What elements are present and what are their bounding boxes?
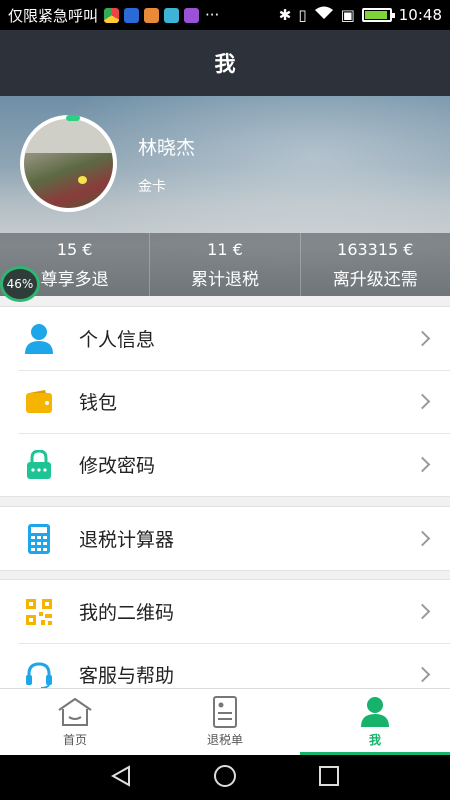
more-notifications-icon: ··· [205, 6, 220, 24]
sim-icon: ▣ [340, 6, 355, 24]
stat-value: 163315 € [337, 239, 414, 259]
profile-header: 林晓杰 金卡 15 € 尊享多退 11 € 累计退税 163315 € 离升级还… [0, 96, 450, 296]
menu-group-tools: 退税计算器 [0, 506, 450, 571]
chevron-right-icon [414, 393, 431, 410]
tab-label: 首页 [62, 733, 87, 747]
clock: 10:48 [398, 6, 442, 24]
box-icon [144, 7, 160, 23]
menu-group-account: 个人信息 钱包 修改密码 [0, 306, 450, 497]
stat-value: 11 € [207, 239, 243, 259]
car-icon [164, 7, 180, 23]
chrome-icon [104, 7, 120, 23]
menu-label: 退税计算器 [79, 529, 175, 551]
menu-item-personal-info[interactable]: 个人信息 [0, 307, 450, 370]
bluetooth-icon: ✱ [278, 6, 292, 24]
document-icon [212, 696, 238, 728]
status-bar: 仅限紧急呼叫 ··· ✱ ▯ ▣ 10:48 [0, 0, 450, 30]
stat-label: 尊享多退 [40, 269, 109, 290]
membership-level: 金卡 [138, 179, 166, 195]
wallet-icon [20, 383, 58, 421]
gallery-icon [184, 7, 200, 23]
chevron-right-icon [414, 666, 431, 683]
home-circle-icon[interactable] [213, 764, 237, 792]
system-nav-bar [0, 755, 450, 800]
stat-label: 累计退税 [190, 269, 259, 290]
carrier-text: 仅限紧急呼叫 [8, 6, 99, 25]
chevron-right-icon [414, 330, 431, 347]
avatar-progress-arc [66, 115, 80, 121]
chevron-right-icon [414, 530, 431, 547]
bottom-tab-bar: 首页 退税单 我 [0, 688, 450, 755]
tab-refund-forms[interactable]: 退税单 [150, 689, 300, 755]
wifi-icon [314, 6, 334, 24]
menu-label: 个人信息 [79, 329, 156, 351]
lock-icon [20, 446, 58, 484]
chevron-right-icon [414, 456, 431, 473]
tab-label: 我 [368, 733, 381, 747]
stat-label: 离升级还需 [332, 269, 418, 290]
page-title: 我 [214, 52, 236, 76]
app-icon [124, 7, 140, 23]
home-icon [57, 696, 93, 728]
recents-icon[interactable] [318, 765, 340, 791]
tab-me[interactable]: 我 [300, 689, 450, 755]
user-name: 林晓杰 [138, 137, 196, 159]
stat-value: 15 € [56, 239, 93, 259]
menu-item-wallet[interactable]: 钱包 [0, 370, 450, 433]
menu-item-tax-calculator[interactable]: 退税计算器 [0, 507, 450, 570]
vibrate-icon: ▯ [298, 6, 307, 24]
menu-label: 修改密码 [79, 455, 156, 477]
page-title-bar: 我 [0, 30, 450, 96]
battery-icon [361, 8, 395, 22]
qrcode-icon [20, 593, 58, 631]
tab-home[interactable]: 首页 [0, 689, 150, 755]
menu-item-my-qrcode[interactable]: 我的二维码 [0, 580, 450, 643]
menu-label: 客服与帮助 [79, 665, 175, 687]
chevron-right-icon [414, 603, 431, 620]
notification-icons [104, 7, 200, 23]
menu-label: 我的二维码 [79, 602, 175, 624]
menu-label: 钱包 [79, 392, 118, 414]
tab-label: 退税单 [206, 733, 243, 747]
stats-bar: 15 € 尊享多退 11 € 累计退税 163315 € 离升级还需 [0, 233, 450, 296]
menu-item-change-password[interactable]: 修改密码 [0, 433, 450, 496]
person-icon [360, 696, 390, 728]
stat-total-refund[interactable]: 11 € 累计退税 [150, 233, 301, 296]
stat-upgrade-needed[interactable]: 163315 € 离升级还需 [301, 233, 450, 296]
avatar[interactable] [20, 115, 117, 212]
calculator-icon [20, 520, 58, 558]
progress-badge[interactable]: 46% [0, 266, 40, 302]
person-icon [20, 320, 58, 358]
back-icon[interactable] [110, 764, 132, 791]
